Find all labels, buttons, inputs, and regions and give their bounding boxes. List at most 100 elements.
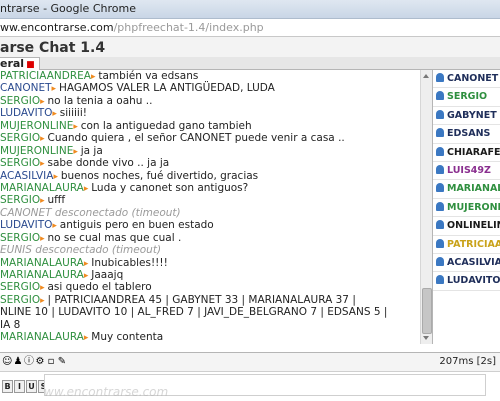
message-nick[interactable]: SERGIO (0, 157, 40, 169)
scroll-down-icon[interactable] (423, 336, 429, 340)
chat-message-continuation: IA 8 (0, 319, 418, 331)
chat-message: MARIANALAURA▸ Muy contenta (0, 331, 418, 343)
online-user-name: CHIARAFEN (447, 147, 500, 158)
user-icon (436, 147, 444, 156)
message-nick[interactable]: LUDAVITO (0, 107, 52, 119)
message-nick[interactable]: SERGIO (0, 294, 40, 306)
browser-title-bar: ntrarse - Google Chrome (0, 0, 500, 19)
chat-message: MARIANALAURA▸ Jaaajq (0, 269, 418, 281)
close-tab-icon[interactable]: ■ (26, 60, 35, 70)
arrow-icon: ▸ (52, 221, 59, 231)
message-text: Inubicables!!!! (91, 257, 168, 269)
online-user[interactable]: ACASILVIA (433, 254, 500, 272)
message-nick[interactable]: MUJERONLINE (0, 145, 73, 157)
chat-message: SERGIO▸ asi quedo el tablero (0, 281, 418, 293)
user-icon (436, 183, 444, 192)
address-bar[interactable]: ww.encontrarse.com/phpfreechat-1.4/index… (0, 19, 500, 37)
message-nick[interactable]: MARIANALAURA (0, 331, 84, 343)
chat-scrollbar[interactable] (420, 70, 432, 344)
message-nick[interactable]: PATRICIAANDREA (0, 70, 91, 82)
chat-message: LUDAVITO▸ antiguis pero en buen estado (0, 219, 418, 231)
message-nick[interactable]: MUJERONLINE (0, 120, 73, 132)
message-nick[interactable]: SERGIO (0, 281, 40, 293)
online-user[interactable]: GABYNET (433, 107, 500, 125)
message-nick[interactable]: CANONET (0, 82, 52, 94)
online-user[interactable]: MARIANALA (433, 180, 500, 198)
online-user[interactable]: LUIS49Z (433, 162, 500, 180)
online-user[interactable]: SERGIO (433, 88, 500, 106)
online-user[interactable]: PATRICIAA (433, 236, 500, 254)
chat-message: SERGIO▸ Cuando quiera , el señor CANONET… (0, 132, 418, 144)
message-text: | PATRICIAANDREA 45 | GABYNET 33 | MARIA… (47, 294, 355, 306)
message-nick[interactable]: ACASILVIA (0, 170, 53, 182)
user-icon (436, 202, 444, 211)
message-text: Jaaajq (91, 269, 123, 281)
online-user[interactable]: MUJERONLI (433, 199, 500, 217)
message-text: HAGAMOS VALER LA ANTIGÜEDAD, LUDA (59, 82, 275, 94)
message-nick[interactable]: SERGIO (0, 194, 40, 206)
message-nick[interactable]: SERGIO (0, 232, 40, 244)
chat-message: MUJERONLINE▸ con la antiguedad gano tamb… (0, 120, 418, 132)
message-text: antiguis pero en buen estado (60, 219, 214, 231)
message-text: ja ja (81, 145, 103, 157)
online-user-name: CANONET (447, 73, 498, 84)
chat-message: ACASILVIA▸ buenos noches, fué divertido,… (0, 170, 418, 182)
format-button[interactable]: U (26, 380, 37, 393)
user-icon (436, 73, 444, 82)
user-icon (436, 110, 444, 119)
info-icon[interactable]: ⓘ (24, 356, 34, 368)
online-user-name: ACASILVIA (447, 257, 500, 268)
chat-message: MARIANALAURA▸ Luda y canonet son antiguo… (0, 182, 418, 194)
message-nick[interactable]: LUDAVITO (0, 219, 52, 231)
channel-tab-label: eral (0, 57, 24, 70)
message-nick[interactable]: MARIANALAURA (0, 257, 84, 269)
message-text: ufff (47, 194, 65, 206)
message-text: con la antiguedad gano tambieh (81, 120, 252, 132)
online-user[interactable]: CHIARAFEN (433, 144, 500, 162)
status-bar: ☺♟ⓘ⚙▫✎ 207ms [2s] (0, 352, 500, 371)
online-user-name: LUIS49Z (447, 165, 491, 176)
online-user-name: EDSANS (447, 128, 490, 139)
message-nick[interactable]: SERGIO (0, 132, 40, 144)
online-user-name: PATRICIAA (447, 239, 500, 250)
message-text: Luda y canonet son antiguos? (91, 182, 248, 194)
online-user-name: MUJERONLI (447, 202, 500, 213)
user-icon (436, 239, 444, 248)
minimize-icon[interactable]: ▫ (46, 356, 56, 368)
chat-message: MARIANALAURA▸ Inubicables!!!! (0, 257, 418, 269)
address-path: /phpfreechat-1.4/index.php (114, 21, 264, 34)
online-user[interactable]: CANONET (433, 70, 500, 88)
smiley-icon[interactable]: ☺ (2, 356, 12, 368)
chat-message: SERGIO▸ no la tenia a oahu .. (0, 95, 418, 107)
online-user[interactable]: LUDAVITO (433, 272, 500, 290)
chat-message: CANONET▸ HAGAMOS VALER LA ANTIGÜEDAD, LU… (0, 82, 418, 94)
format-button[interactable]: I (14, 380, 25, 393)
chat-message: MUJERONLINE▸ ja ja (0, 145, 418, 157)
message-nick[interactable]: SERGIO (0, 95, 40, 107)
clear-icon[interactable]: ✎ (57, 356, 67, 368)
app-title-text: arse Chat 1.4 (0, 40, 105, 56)
message-nick[interactable]: MARIANALAURA (0, 182, 84, 194)
online-user[interactable]: EDSANS (433, 125, 500, 143)
message-text: Cuando quiera , el señor CANONET puede v… (47, 132, 344, 144)
arrow-icon: ▸ (73, 147, 80, 157)
format-button[interactable]: B (2, 380, 13, 393)
settings-icon[interactable]: ⚙ (35, 356, 45, 368)
user-icon (436, 275, 444, 284)
online-user[interactable]: ONLINELIN (433, 217, 500, 235)
chat-message: SERGIO▸ no se cual mas que cual . (0, 232, 418, 244)
ping-indicator: 207ms [2s] (439, 356, 496, 368)
arrow-icon: ▸ (52, 84, 59, 94)
system-message: EUNIS desconectado (timeout) (0, 244, 418, 256)
scrollbar-thumb[interactable] (422, 288, 432, 334)
online-user-name: SERGIO (447, 91, 487, 102)
scroll-up-icon[interactable] (423, 74, 429, 78)
arrow-icon: ▸ (73, 122, 80, 132)
watermark: ww.encontrarse.com (44, 385, 168, 399)
message-nick[interactable]: MARIANALAURA (0, 269, 84, 281)
chat-log: PATRICIAANDREA▸ también va edsansCANONET… (0, 70, 418, 344)
app-title: arse Chat 1.4 (0, 37, 500, 57)
online-users-list: CANONET SERGIO GABYNET EDSANS CHIARAFEN LUIS4… (432, 70, 500, 344)
user-icon[interactable]: ♟ (13, 356, 23, 368)
channel-tab[interactable]: eral■ (0, 57, 40, 70)
